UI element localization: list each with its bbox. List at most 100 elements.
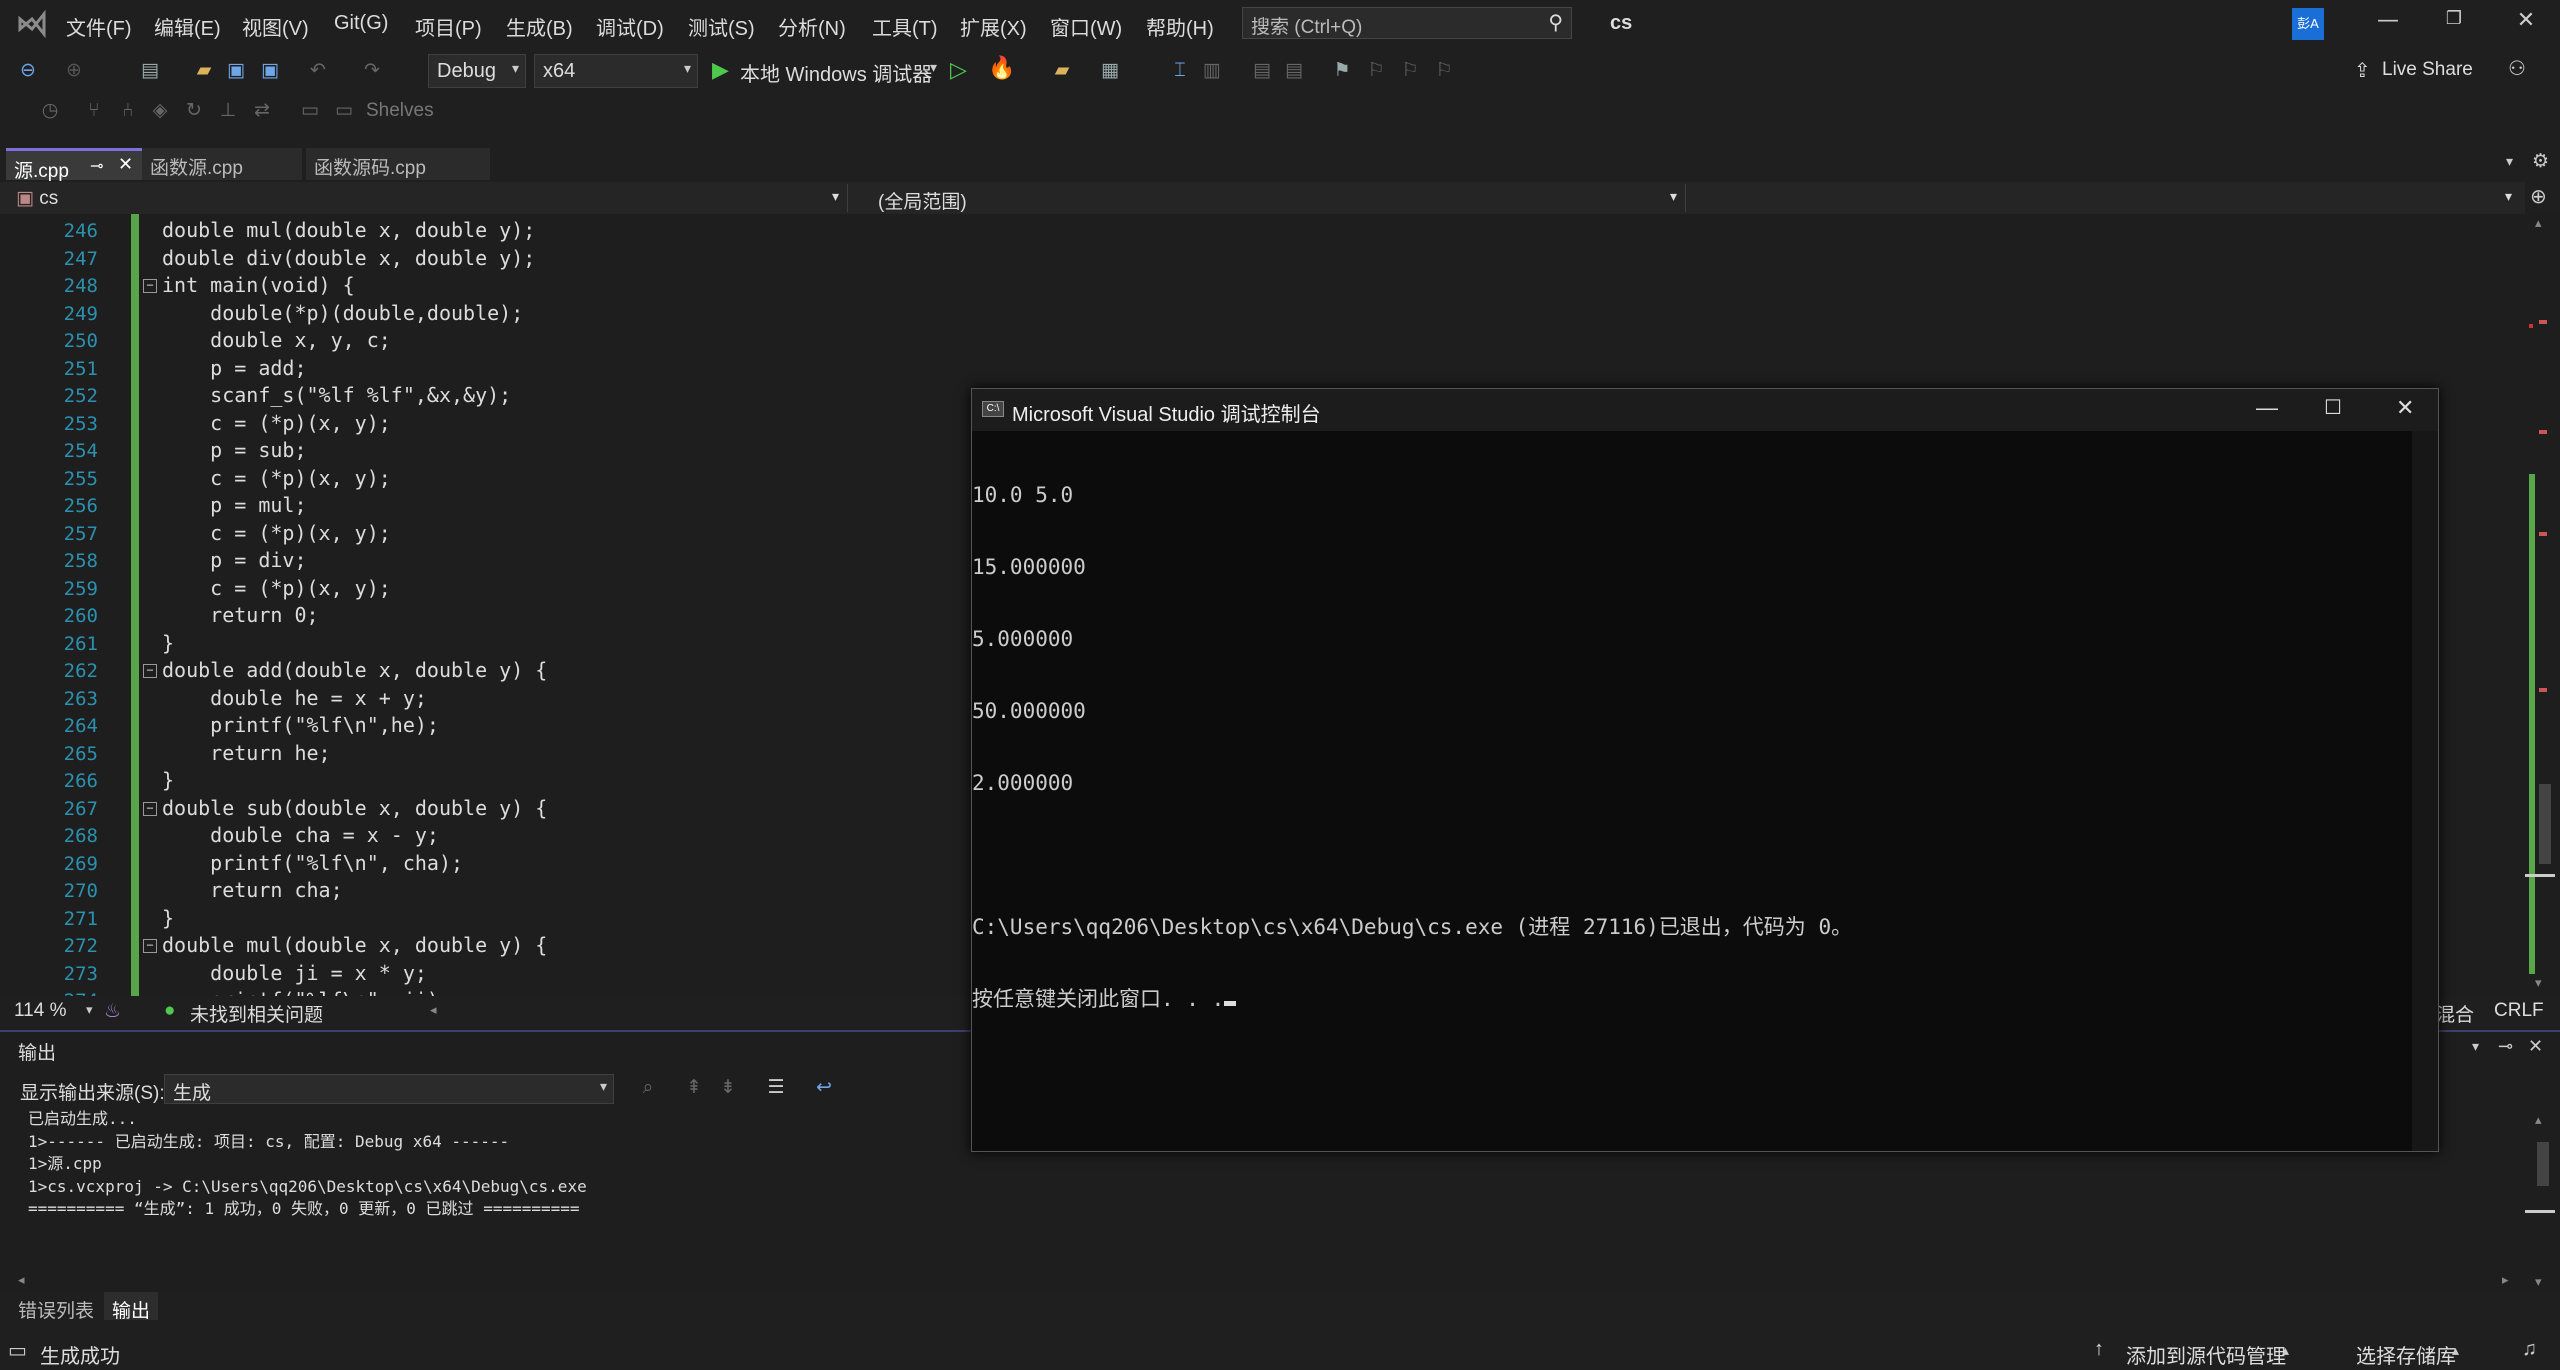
minimize-icon[interactable]: — bbox=[2256, 395, 2278, 421]
chevron-up-icon[interactable]: ▴ bbox=[2452, 1342, 2459, 1359]
scroll-left-icon[interactable]: ◂ bbox=[18, 1272, 25, 1288]
menu-git[interactable]: Git(G) bbox=[334, 12, 388, 35]
live-share-button[interactable]: Live Share bbox=[2382, 59, 2473, 81]
visual-studio-logo-icon[interactable] bbox=[16, 10, 48, 38]
pin-icon[interactable]: ⊸ bbox=[90, 156, 103, 176]
start-debug-icon[interactable]: ▶ bbox=[712, 58, 729, 83]
save-all-icon[interactable]: ▣ bbox=[258, 58, 282, 82]
close-icon[interactable]: ✕ bbox=[2528, 1036, 2543, 1057]
add-to-source-control-button[interactable]: 添加到源代码管理 bbox=[2126, 1340, 2286, 1369]
scroll-up-icon[interactable]: ▴ bbox=[2535, 1112, 2542, 1128]
scope-select[interactable]: (全局范围) ▾ bbox=[870, 184, 1686, 213]
forward-icon[interactable]: ⊕ bbox=[62, 58, 86, 82]
open-folder-icon[interactable]: ▰ bbox=[192, 58, 216, 82]
scroll-right-icon[interactable]: ▸ bbox=[2502, 1272, 2509, 1288]
solution-explorer-icon[interactable]: ▰ bbox=[1050, 58, 1074, 82]
output-source-select[interactable]: 生成 ▾ bbox=[164, 1074, 614, 1104]
zoom-level[interactable]: 114 % bbox=[14, 1000, 66, 1022]
user-avatar[interactable]: 彭A bbox=[2292, 8, 2324, 40]
output-window-icon[interactable]: ▭ bbox=[8, 1338, 27, 1363]
tab-source-cpp[interactable]: 源.cpp ⊸ ✕ bbox=[6, 148, 146, 182]
shelves-button[interactable]: Shelves bbox=[366, 100, 434, 122]
menu-debug[interactable]: 调试(D) bbox=[596, 12, 664, 41]
maximize-icon[interactable]: ☐ bbox=[2324, 395, 2342, 420]
menu-view[interactable]: 视图(V) bbox=[242, 12, 309, 41]
debug-console-window[interactable]: C:\ Microsoft Visual Studio 调试控制台 — ☐ ✕ … bbox=[971, 388, 2439, 1152]
prev-bookmark-icon[interactable]: ⚐ bbox=[1364, 58, 1388, 82]
member-select[interactable]: ▾ bbox=[1690, 184, 2520, 212]
chevron-up-icon[interactable]: ▴ bbox=[2282, 1342, 2289, 1359]
fetch-icon[interactable]: ↻ bbox=[182, 98, 206, 122]
scroll-thumb[interactable] bbox=[2539, 784, 2551, 864]
split-editor-icon[interactable]: ⊕ bbox=[2530, 184, 2547, 208]
menu-tools[interactable]: 工具(T) bbox=[872, 12, 938, 41]
scroll-down-icon[interactable]: ▾ bbox=[2535, 1274, 2542, 1290]
intellicode-icon[interactable]: ♨ bbox=[104, 1000, 121, 1023]
close-icon[interactable]: ✕ bbox=[2506, 8, 2546, 42]
close-icon[interactable]: ✕ bbox=[118, 154, 133, 175]
outdent-icon[interactable]: ▤ bbox=[1282, 58, 1306, 82]
editor-scrollbar[interactable]: ▴ ▾ bbox=[2525, 214, 2560, 996]
line-ending-status[interactable]: CRLF bbox=[2494, 1000, 2544, 1022]
chevron-down-icon[interactable]: ▾ bbox=[930, 60, 937, 76]
menu-help[interactable]: 帮助(H) bbox=[1146, 12, 1214, 41]
gear-icon[interactable]: ⚙ bbox=[2532, 150, 2549, 172]
hot-reload-icon[interactable]: 🔥 bbox=[988, 56, 1015, 81]
console-title-bar[interactable]: C:\ Microsoft Visual Studio 调试控制台 — ☐ ✕ bbox=[972, 389, 2438, 431]
tab-output[interactable]: 输出 bbox=[104, 1292, 159, 1322]
commit-icon[interactable]: ⊥ bbox=[216, 98, 240, 122]
format-icon[interactable]: ⌶ bbox=[1168, 58, 1192, 82]
feedback-icon[interactable]: ⚇ bbox=[2508, 56, 2526, 80]
config-select[interactable]: Debug ▾ bbox=[428, 54, 526, 88]
close-icon[interactable]: ✕ bbox=[2396, 395, 2414, 421]
indent-icon[interactable]: ▤ bbox=[1250, 58, 1274, 82]
output-text[interactable]: 已启动生成... 1>------ 已启动生成: 项目: cs, 配置: Deb… bbox=[28, 1108, 587, 1221]
scroll-left-icon[interactable]: ◂ bbox=[430, 1002, 437, 1018]
menu-analyze[interactable]: 分析(N) bbox=[778, 12, 846, 41]
menu-build[interactable]: 生成(B) bbox=[506, 12, 573, 41]
live-share-icon[interactable]: ⇪ bbox=[2354, 58, 2371, 82]
menu-file[interactable]: 文件(F) bbox=[66, 12, 132, 41]
merge-icon[interactable]: ⑃ bbox=[116, 98, 140, 122]
chevron-down-icon[interactable]: ▾ bbox=[86, 1002, 93, 1018]
tab-function-code-cpp[interactable]: 函数源码.cpp bbox=[306, 148, 490, 180]
chevron-down-icon[interactable]: ▾ bbox=[2472, 1038, 2479, 1055]
minimize-icon[interactable]: — bbox=[2368, 8, 2408, 42]
next-message-icon[interactable]: ⇟ bbox=[716, 1076, 740, 1100]
menu-test[interactable]: 测试(S) bbox=[688, 12, 755, 41]
issues-status[interactable]: 未找到相关问题 bbox=[190, 1000, 323, 1027]
tag-icon[interactable]: ◈ bbox=[148, 98, 172, 122]
collapse-icon[interactable]: − bbox=[143, 801, 157, 816]
collapse-icon[interactable]: − bbox=[143, 279, 157, 293]
branch-icon[interactable]: ⑂ bbox=[82, 98, 106, 122]
run-debugger-button[interactable]: 本地 Windows 调试器 bbox=[740, 58, 932, 87]
layout-icon[interactable]: ▦ bbox=[1098, 58, 1122, 82]
next-bookmark-icon[interactable]: ⚐ bbox=[1398, 58, 1422, 82]
clear-all-icon[interactable]: ☰ bbox=[764, 1076, 788, 1100]
console-scrollbar[interactable] bbox=[2412, 431, 2438, 1151]
tab-error-list[interactable]: 错误列表 bbox=[18, 1296, 94, 1323]
pin-icon[interactable]: ⊸ bbox=[2498, 1036, 2513, 1057]
back-icon[interactable]: ⊖ bbox=[16, 58, 40, 82]
select-repository-button[interactable]: 选择存储库 bbox=[2356, 1340, 2456, 1369]
collapse-icon[interactable]: − bbox=[143, 664, 157, 678]
sync-icon[interactable]: ⇄ bbox=[250, 98, 274, 122]
menu-edit[interactable]: 编辑(E) bbox=[154, 12, 221, 41]
bookmark-icon[interactable]: ⚑ bbox=[1330, 58, 1354, 82]
prev-message-icon[interactable]: ⇞ bbox=[682, 1076, 706, 1100]
tab-function-source-cpp[interactable]: 函数源.cpp bbox=[142, 148, 302, 180]
undo-icon[interactable]: ↶ bbox=[306, 58, 330, 82]
clear-bookmarks-icon[interactable]: ⚐ bbox=[1432, 58, 1456, 82]
tab-overflow-icon[interactable]: ▾ bbox=[2506, 154, 2513, 170]
unshelve-icon[interactable]: ▭ bbox=[332, 98, 356, 122]
comment-icon[interactable]: ▥ bbox=[1200, 58, 1224, 82]
menu-extensions[interactable]: 扩展(X) bbox=[960, 12, 1027, 41]
platform-select[interactable]: x64 ▾ bbox=[534, 54, 698, 88]
project-select[interactable]: ▣ cs ▾ bbox=[8, 184, 848, 212]
search-input[interactable]: 搜索 (Ctrl+Q) ⚲ bbox=[1242, 7, 1572, 39]
find-message-icon[interactable]: ⌕ bbox=[636, 1076, 660, 1100]
menu-window[interactable]: 窗口(W) bbox=[1050, 12, 1122, 41]
menu-project[interactable]: 项目(P) bbox=[415, 12, 482, 41]
console-output[interactable]: 10.0 5.0 15.000000 5.000000 50.000000 2.… bbox=[972, 431, 2412, 1151]
notifications-icon[interactable]: ♫ bbox=[2522, 1338, 2537, 1361]
